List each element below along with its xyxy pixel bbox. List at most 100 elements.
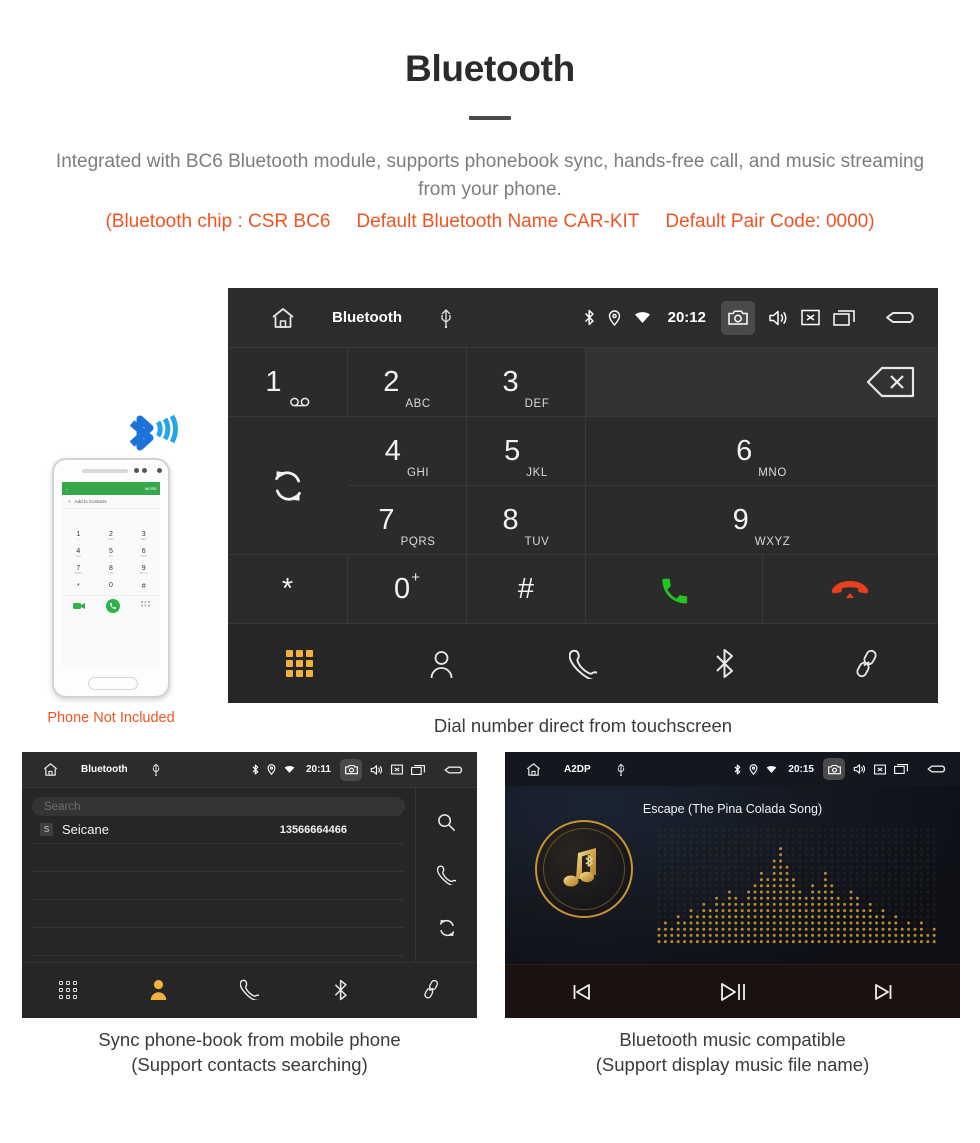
- phone-mock-key-letters: GHI: [75, 554, 81, 558]
- key-6[interactable]: 6 MNO: [586, 417, 938, 486]
- tab-pair-link[interactable]: [796, 649, 938, 679]
- phone-sensor: [134, 468, 139, 473]
- equalizer-visualizer: [657, 828, 936, 944]
- phone-keypad: 1 ∞ 2 ABC 3 DEF 4 GHI 5 JKL 6 MNO 7 PQRS 8 TUV 9 WXYZ * 0 + #: [62, 527, 160, 595]
- spec-bt-name: Default Bluetooth Name CAR-KIT: [356, 211, 640, 233]
- home-icon[interactable]: [42, 762, 59, 777]
- camera-icon[interactable]: [340, 758, 362, 781]
- phone-sensor-2: [142, 468, 147, 473]
- dialer-caption: Dial number direct from touchscreen: [433, 715, 733, 736]
- dialer-keypad: 1 2 ABC 3 DEF 4 GHI 5 JKL 6 MNO 7 PQRS 8 TUV 9 WXYZ * 0 + #: [228, 348, 938, 624]
- tab-dialpad[interactable]: [228, 650, 370, 677]
- bluetooth-icon: [734, 764, 741, 775]
- search-icon[interactable]: [437, 813, 456, 832]
- phone-call-button: [105, 598, 120, 613]
- key-8[interactable]: 8 TUV: [467, 486, 586, 555]
- next-icon: [875, 983, 892, 1000]
- tab-pair-link[interactable]: [386, 979, 477, 1000]
- volume-icon[interactable]: [370, 764, 383, 776]
- back-icon[interactable]: [884, 308, 918, 327]
- home-icon[interactable]: [270, 306, 296, 330]
- search-placeholder: Search: [44, 800, 81, 813]
- next-track-button[interactable]: [808, 982, 960, 1002]
- close-icon[interactable]: [874, 764, 886, 775]
- phone-mock-key: 2 ABC: [95, 527, 128, 544]
- sync-icon[interactable]: [437, 918, 457, 938]
- music-controls: [505, 964, 960, 1018]
- spec-line: (Bluetooth chip : CSR BC6 Default Blueto…: [20, 211, 960, 233]
- tab-bluetooth[interactable]: [295, 979, 386, 1001]
- back-icon[interactable]: [926, 763, 948, 775]
- phone-mock-key-digit: 2: [109, 530, 113, 538]
- key-star[interactable]: *: [228, 555, 348, 624]
- key-2[interactable]: 2 ABC: [348, 348, 467, 417]
- close-icon[interactable]: [391, 764, 403, 775]
- key-4[interactable]: 4 GHI: [348, 417, 467, 486]
- home-icon[interactable]: [525, 762, 542, 777]
- phone-speaker: [82, 469, 128, 473]
- phone-mock-key-digit: 8: [109, 564, 113, 572]
- page-root: Bluetooth Integrated with BC6 Bluetooth …: [0, 0, 980, 1143]
- phone-mock-key-letters: +: [110, 588, 112, 592]
- back-icon[interactable]: [443, 764, 465, 776]
- tab-call-log[interactable]: [512, 649, 654, 679]
- volume-icon[interactable]: [853, 763, 866, 775]
- call-log-icon: [569, 649, 597, 679]
- usb-icon: [440, 308, 452, 328]
- camera-icon[interactable]: [721, 300, 755, 335]
- phone-mock-key: 0 +: [95, 578, 128, 595]
- empty-row: [32, 872, 405, 900]
- recents-icon[interactable]: [894, 763, 908, 775]
- key-3[interactable]: 3 DEF: [467, 348, 586, 417]
- sync-button[interactable]: [228, 417, 348, 555]
- usb-icon: [617, 763, 625, 776]
- call-button[interactable]: [586, 555, 763, 623]
- tab-bluetooth[interactable]: [654, 648, 796, 679]
- title-divider: [469, 116, 511, 120]
- phonebook-title: Bluetooth: [81, 764, 128, 775]
- key-digit: 8: [502, 503, 519, 536]
- music-caption: Bluetooth music compatible (Support disp…: [505, 1028, 960, 1078]
- phone-mock-key-letters: TUV: [108, 571, 114, 575]
- volume-icon[interactable]: [768, 309, 788, 327]
- recents-icon[interactable]: [833, 309, 855, 327]
- backspace-icon[interactable]: [866, 366, 916, 398]
- phone-mock-key-letters: ∞: [77, 537, 80, 541]
- key-7[interactable]: 7 PQRS: [348, 486, 467, 555]
- phone-mock-key: 3 DEF: [127, 527, 160, 544]
- phone-keyboard-icon: [140, 601, 150, 610]
- phonebook-body: Search S Seicane 13566664466: [22, 788, 477, 962]
- status-bar-left: A2DP: [513, 762, 625, 777]
- tab-contacts[interactable]: [370, 649, 512, 679]
- status-bar-right: 20:15: [734, 758, 952, 780]
- wifi-icon: [766, 765, 777, 774]
- key-hash[interactable]: #: [467, 555, 586, 624]
- previous-track-button[interactable]: [505, 982, 657, 1002]
- tab-contacts[interactable]: [113, 979, 204, 1000]
- play-pause-button[interactable]: [657, 981, 809, 1003]
- key-5[interactable]: 5 JKL: [467, 417, 586, 486]
- close-icon[interactable]: [801, 309, 820, 326]
- key-digit: 3: [502, 365, 519, 398]
- phone-body: ← MORE + Add to Contacts 1 ∞ 2 ABC 3 DEF 4 GHI 5…: [52, 458, 170, 698]
- tab-dialpad[interactable]: [22, 980, 113, 999]
- key-0[interactable]: 0 +: [348, 555, 467, 624]
- key-1[interactable]: 1: [228, 348, 348, 417]
- key-9[interactable]: 9 WXYZ: [586, 486, 938, 555]
- music-caption-line2: (Support display music file name): [595, 1053, 870, 1075]
- tab-call-log[interactable]: [204, 979, 295, 1000]
- recents-icon[interactable]: [411, 764, 425, 776]
- play-pause-icon: [720, 982, 745, 1001]
- key-digit: 9: [732, 503, 749, 536]
- empty-row: [32, 844, 405, 872]
- phone-camera: [157, 468, 162, 473]
- music-stage: Escape (The Pina Colada Song): [505, 786, 960, 964]
- call-icon[interactable]: [437, 864, 456, 885]
- table-row[interactable]: S Seicane 13566664466: [32, 816, 405, 844]
- link-icon: [853, 649, 881, 679]
- search-input[interactable]: Search: [32, 797, 405, 816]
- camera-icon[interactable]: [823, 758, 845, 780]
- hangup-button[interactable]: [763, 555, 939, 623]
- number-display: [586, 348, 938, 417]
- music-status-bar: A2DP 20:15: [505, 752, 960, 786]
